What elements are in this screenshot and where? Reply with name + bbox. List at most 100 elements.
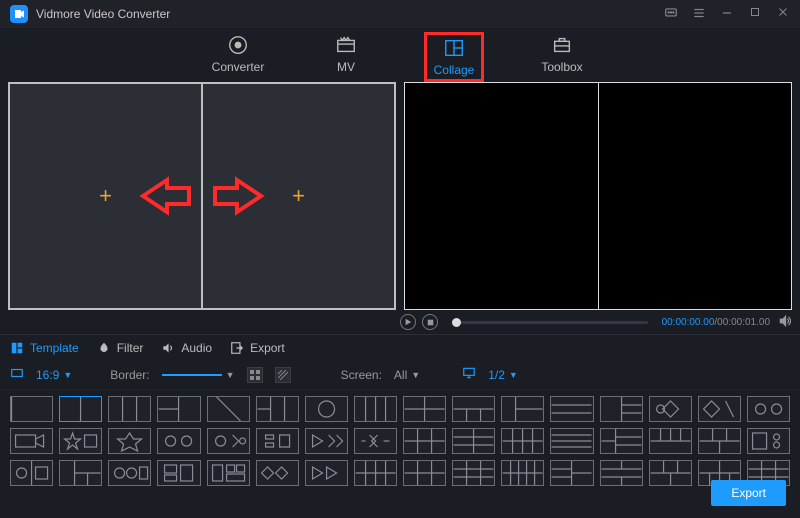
minimize-icon[interactable]: [720, 6, 734, 23]
template-thumb[interactable]: [10, 428, 53, 454]
app-title: Vidmore Video Converter: [36, 7, 170, 21]
template-thumb[interactable]: [747, 396, 790, 422]
border-grid-button[interactable]: [247, 367, 263, 383]
template-thumb[interactable]: [747, 428, 790, 454]
screen-dropdown[interactable]: All ▼: [394, 368, 420, 382]
subtab-template[interactable]: Template: [10, 341, 79, 355]
template-thumb[interactable]: [649, 428, 692, 454]
template-thumb[interactable]: [600, 428, 643, 454]
template-thumb[interactable]: [403, 396, 446, 422]
template-thumb[interactable]: [550, 428, 593, 454]
volume-icon[interactable]: [778, 314, 792, 331]
template-thumb[interactable]: [600, 460, 643, 486]
titlebar: Vidmore Video Converter: [0, 0, 800, 28]
template-thumb[interactable]: [256, 460, 299, 486]
app-logo: [10, 5, 28, 23]
tab-label: MV: [337, 60, 355, 74]
template-grid: [0, 390, 800, 492]
template-thumb[interactable]: [305, 460, 348, 486]
tab-toolbox[interactable]: Toolbox: [532, 32, 592, 76]
tab-converter[interactable]: Converter: [208, 32, 268, 76]
screen-label: Screen:: [341, 368, 382, 382]
template-thumb[interactable]: [157, 460, 200, 486]
add-icon: +: [292, 183, 305, 209]
collage-stage: + +: [8, 82, 396, 310]
preview-pane-1: [405, 83, 599, 309]
aspect-value: 16:9: [36, 368, 59, 382]
template-thumb[interactable]: [305, 396, 348, 422]
page-dropdown[interactable]: 1/2 ▼: [488, 368, 518, 382]
play-button[interactable]: [400, 314, 416, 330]
template-controls: 16:9 ▼ Border: ▼ Screen: All ▼ 1/2 ▼: [0, 360, 800, 390]
template-thumb[interactable]: [501, 460, 544, 486]
template-thumb[interactable]: [354, 460, 397, 486]
template-thumb[interactable]: [452, 428, 495, 454]
template-thumb[interactable]: [600, 396, 643, 422]
preview-pane-2: [599, 83, 792, 309]
converter-icon: [227, 34, 249, 56]
feedback-icon[interactable]: [664, 6, 678, 23]
close-icon[interactable]: [776, 6, 790, 23]
tab-mv[interactable]: MV: [316, 32, 376, 76]
template-thumb[interactable]: [550, 396, 593, 422]
aspect-dropdown[interactable]: 16:9 ▼: [36, 368, 72, 382]
template-thumb[interactable]: [698, 396, 741, 422]
template-thumb[interactable]: [501, 428, 544, 454]
template-thumb[interactable]: [108, 428, 151, 454]
tab-collage[interactable]: Collage: [424, 32, 484, 82]
template-thumb[interactable]: [10, 396, 53, 422]
template-thumb[interactable]: [256, 428, 299, 454]
template-thumb[interactable]: [108, 460, 151, 486]
template-thumb[interactable]: [157, 428, 200, 454]
template-thumb[interactable]: [256, 396, 299, 422]
template-thumb[interactable]: [305, 428, 348, 454]
collage-slot-2[interactable]: +: [202, 83, 395, 309]
tutorial-arrow-right-icon: [209, 176, 265, 216]
template-thumb[interactable]: [59, 428, 102, 454]
preview-panel: [404, 82, 792, 310]
border-pattern-button[interactable]: [275, 367, 291, 383]
current-time: 00:00:00.00: [662, 317, 715, 328]
template-thumb[interactable]: [207, 460, 250, 486]
subtab-audio[interactable]: Audio: [161, 341, 212, 355]
page-value: 1/2: [488, 368, 505, 382]
stop-button[interactable]: [422, 314, 438, 330]
collage-icon: [443, 37, 465, 59]
monitor-icon[interactable]: [462, 366, 476, 383]
template-thumb[interactable]: [403, 428, 446, 454]
total-time: 00:00:01.00: [717, 317, 770, 328]
maximize-icon[interactable]: [748, 6, 762, 23]
template-thumb[interactable]: [207, 396, 250, 422]
audio-tab-icon: [161, 341, 175, 355]
subtab-export[interactable]: Export: [230, 341, 285, 355]
template-thumb[interactable]: [649, 460, 692, 486]
template-thumb[interactable]: [698, 428, 741, 454]
template-thumb[interactable]: [452, 396, 495, 422]
template-thumb[interactable]: [649, 396, 692, 422]
subtab-label: Export: [250, 341, 285, 355]
template-thumb[interactable]: [354, 428, 397, 454]
template-thumb[interactable]: [550, 460, 593, 486]
subtab-filter[interactable]: Filter: [97, 341, 144, 355]
template-thumb[interactable]: [59, 460, 102, 486]
export-button[interactable]: Export: [711, 480, 786, 506]
border-dropdown[interactable]: ▼: [162, 370, 235, 380]
template-thumb[interactable]: [501, 396, 544, 422]
aspect-icon[interactable]: [10, 366, 24, 383]
seek-bar[interactable]: [452, 321, 648, 324]
sub-tabs: Template Filter Audio Export: [0, 334, 800, 360]
mv-icon: [335, 34, 357, 56]
template-thumb[interactable]: [354, 396, 397, 422]
export-tab-icon: [230, 341, 244, 355]
template-thumb[interactable]: [207, 428, 250, 454]
template-thumb[interactable]: [59, 396, 102, 422]
template-thumb[interactable]: [157, 396, 200, 422]
toolbox-icon: [551, 34, 573, 56]
template-thumb[interactable]: [452, 460, 495, 486]
export-button-label: Export: [731, 486, 766, 500]
template-thumb[interactable]: [108, 396, 151, 422]
template-thumb[interactable]: [10, 460, 53, 486]
template-thumb[interactable]: [403, 460, 446, 486]
collage-slot-1[interactable]: +: [9, 83, 202, 309]
menu-icon[interactable]: [692, 6, 706, 23]
